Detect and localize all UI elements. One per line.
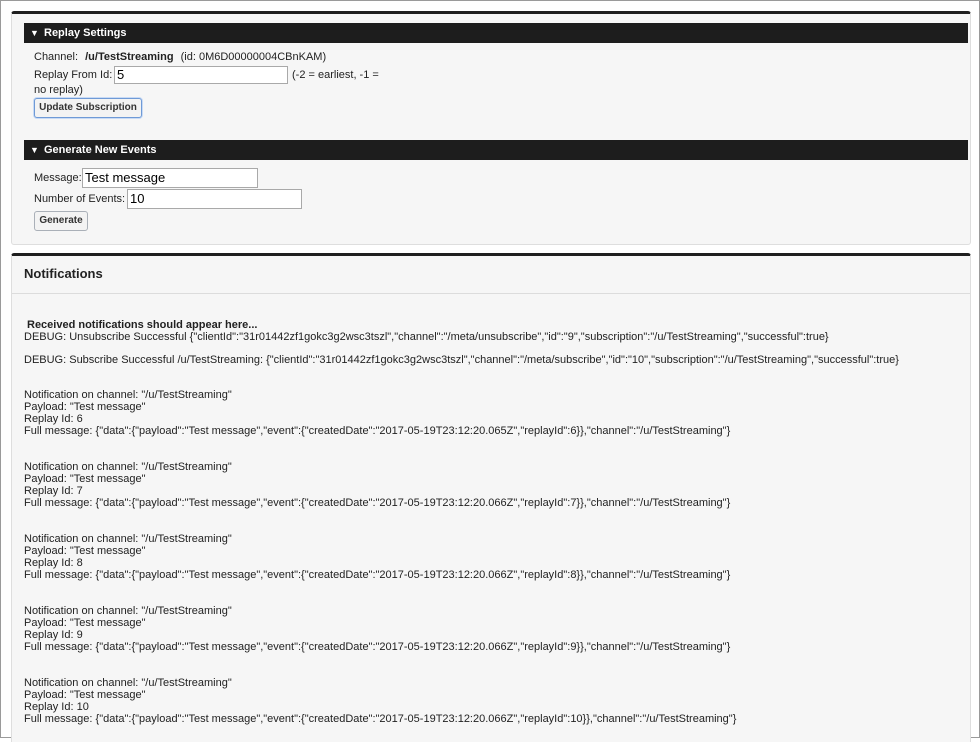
app-frame: ▼ Replay Settings Channel: /u/TestStreami… bbox=[0, 0, 980, 742]
message-label: Message: bbox=[34, 172, 82, 184]
notification-replay-id: Replay Id: 6 bbox=[24, 413, 83, 425]
settings-panel: ▼ Replay Settings Channel: /u/TestStreami… bbox=[11, 11, 971, 245]
replay-from-input[interactable]: 5 bbox=[114, 66, 288, 84]
generate-events-header[interactable]: ▼ Generate New Events bbox=[24, 140, 968, 160]
notification-full-message: Full message: {"data":{"payload":"Test m… bbox=[24, 713, 737, 725]
notification-replay-id: Replay Id: 10 bbox=[24, 701, 89, 713]
notification-payload: Payload: "Test message" bbox=[24, 617, 146, 629]
notification-full-message: Full message: {"data":{"payload":"Test m… bbox=[24, 569, 731, 581]
notification-item: Notification on channel: "/u/TestStreami… bbox=[24, 461, 964, 509]
notification-item: Notification on channel: "/u/TestStreami… bbox=[24, 389, 964, 437]
notification-replay-id: Replay Id: 7 bbox=[24, 485, 83, 497]
channel-id: (id: 0M6D00000004CBnKAM) bbox=[180, 51, 327, 63]
notification-channel: Notification on channel: "/u/TestStreami… bbox=[24, 461, 232, 473]
event-count-label: Number of Events: bbox=[34, 193, 126, 205]
replay-hint-line2: no replay) bbox=[34, 84, 83, 96]
notification-payload: Payload: "Test message" bbox=[24, 401, 146, 413]
notification-replay-id: Replay Id: 9 bbox=[24, 629, 83, 641]
replay-hint-line1: (-2 = earliest, -1 = bbox=[292, 69, 379, 81]
collapse-triangle-icon: ▼ bbox=[30, 28, 39, 38]
channel-name: /u/TestStreaming bbox=[85, 51, 174, 63]
collapse-triangle-icon: ▼ bbox=[30, 145, 39, 155]
notification-item: Notification on channel: "/u/TestStreami… bbox=[24, 605, 964, 653]
channel-label: Channel: bbox=[34, 51, 79, 63]
debug-line: DEBUG: Unsubscribe Successful {"clientId… bbox=[24, 331, 829, 343]
notifications-log: Received notifications should appear her… bbox=[24, 319, 964, 725]
notification-payload: Payload: "Test message" bbox=[24, 689, 146, 701]
replay-from-label: Replay From Id: bbox=[34, 69, 113, 81]
notifications-panel: Notifications Received notifications sho… bbox=[11, 253, 971, 742]
notification-full-message: Full message: {"data":{"payload":"Test m… bbox=[24, 425, 731, 437]
notifications-intro: Received notifications should appear her… bbox=[27, 319, 258, 331]
notification-payload: Payload: "Test message" bbox=[24, 545, 146, 557]
notification-channel: Notification on channel: "/u/TestStreami… bbox=[24, 677, 232, 689]
debug-line: DEBUG: Subscribe Successful /u/TestStrea… bbox=[24, 354, 899, 366]
notification-item: Notification on channel: "/u/TestStreami… bbox=[24, 677, 964, 725]
replay-settings-header[interactable]: ▼ Replay Settings bbox=[24, 23, 968, 43]
update-subscription-button[interactable]: Update Subscription bbox=[34, 98, 142, 118]
notification-payload: Payload: "Test message" bbox=[24, 473, 146, 485]
notification-channel: Notification on channel: "/u/TestStreami… bbox=[24, 389, 232, 401]
notification-full-message: Full message: {"data":{"payload":"Test m… bbox=[24, 497, 731, 509]
notifications-title: Notifications bbox=[24, 266, 103, 281]
notifications-divider bbox=[12, 293, 970, 294]
notification-full-message: Full message: {"data":{"payload":"Test m… bbox=[24, 641, 731, 653]
notification-item: Notification on channel: "/u/TestStreami… bbox=[24, 533, 964, 581]
notification-channel: Notification on channel: "/u/TestStreami… bbox=[24, 605, 232, 617]
replay-settings-title: Replay Settings bbox=[44, 27, 127, 39]
notification-replay-id: Replay Id: 8 bbox=[24, 557, 83, 569]
event-count-input[interactable]: 10 bbox=[127, 189, 302, 209]
channel-row: Channel: /u/TestStreaming (id: 0M6D00000… bbox=[34, 51, 326, 63]
generate-button[interactable]: Generate bbox=[34, 211, 88, 231]
generate-events-title: Generate New Events bbox=[44, 144, 157, 156]
notification-channel: Notification on channel: "/u/TestStreami… bbox=[24, 533, 232, 545]
message-input[interactable]: Test message bbox=[82, 168, 258, 188]
